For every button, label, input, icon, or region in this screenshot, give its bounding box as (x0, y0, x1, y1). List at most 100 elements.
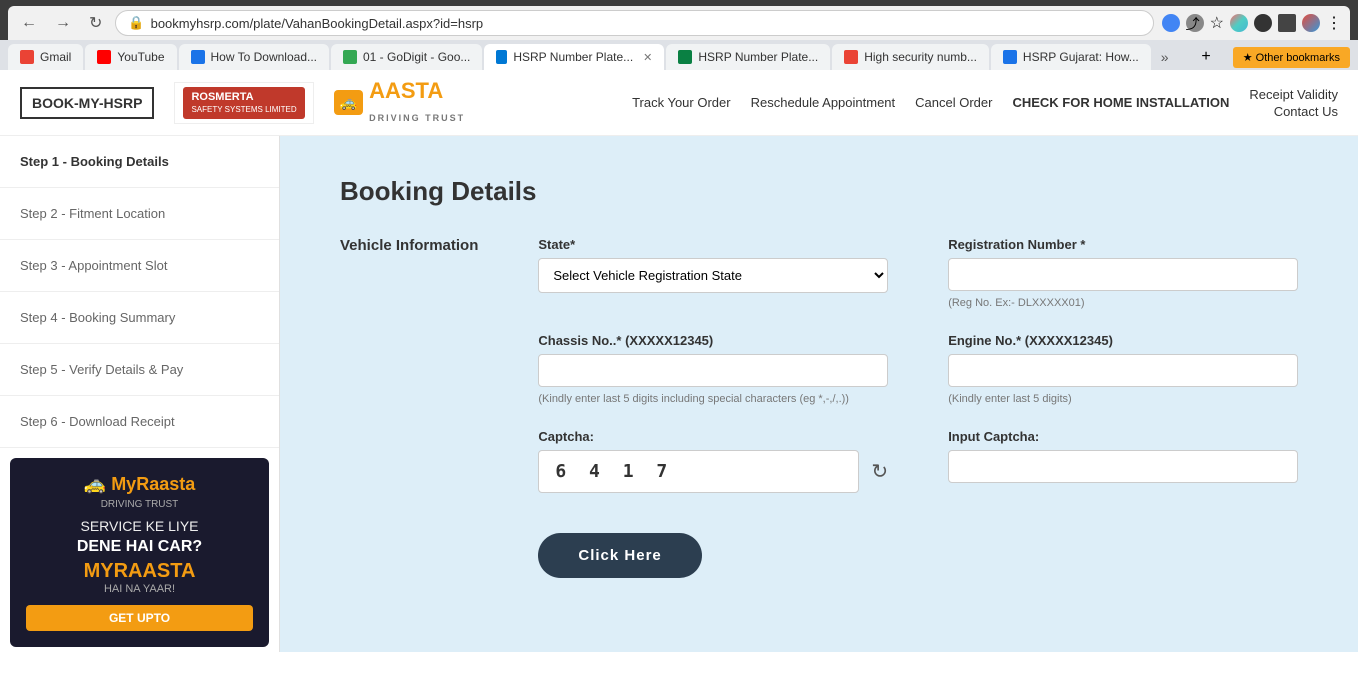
tab-godigit[interactable]: 01 - GoDigit - Goo... (331, 44, 482, 70)
forward-button[interactable]: → (50, 12, 76, 34)
page: BOOK-MY-HSRP ROSMERTA SAFETY SYSTEMS LIM… (0, 70, 1358, 652)
howto-favicon (191, 50, 205, 64)
hsrp2-favicon (678, 50, 692, 64)
sidebar-step-4[interactable]: Step 4 - Booking Summary (0, 292, 279, 344)
logo-aasta: 🚕 AASTA DRIVING TRUST (334, 78, 465, 127)
aasta-icon: 🚕 (334, 90, 363, 115)
engine-input[interactable] (948, 354, 1298, 387)
captcha-field-group: Captcha: 6 4 1 7 ↻ (538, 429, 888, 493)
tab-hsrpguj[interactable]: HSRP Gujarat: How... (991, 44, 1151, 70)
reg-number-label: Registration Number * (948, 237, 1298, 252)
sidebar-ad: 🚕 MyRaasta DRIVING TRUST SERVICE KE LIYE… (10, 458, 269, 647)
ad-brand-name: MYRAASTA (26, 560, 253, 583)
tab-godigit-label: 01 - GoDigit - Goo... (363, 50, 470, 64)
aasta-brand: AASTA (369, 78, 443, 103)
state-label: State* (538, 237, 888, 252)
tab-hsrp1-label: HSRP Number Plate... (513, 50, 633, 64)
sidebar-step-3[interactable]: Step 3 - Appointment Slot (0, 240, 279, 292)
nav-links: Track Your Order Reschedule Appointment … (632, 87, 1338, 119)
tab-hsrpguj-label: HSRP Gujarat: How... (1023, 50, 1139, 64)
tab-hsrp2-label: HSRP Number Plate... (698, 50, 818, 64)
aasta-tagline: DRIVING TRUST (369, 113, 465, 123)
captcha-display: 6 4 1 7 (538, 450, 859, 493)
share-icon[interactable]: ⤴ (1186, 14, 1204, 32)
extension-icon (1230, 14, 1248, 32)
form-grid: State* Select Vehicle Registration State… (538, 237, 1298, 493)
ad-sub-text: HAI NA YAAR! (26, 583, 253, 595)
godigit-favicon (343, 50, 357, 64)
nav-receipt-validity[interactable]: Receipt Validity (1249, 87, 1338, 102)
chassis-input[interactable] (538, 354, 888, 387)
reg-number-field-group: Registration Number * (Reg No. Ex:- DLXX… (948, 237, 1298, 309)
sidebar-step-6[interactable]: Step 6 - Download Receipt (0, 396, 279, 448)
nav-contact-us[interactable]: Contact Us (1274, 104, 1338, 119)
chassis-label: Chassis No..* (XXXXX12345) (538, 333, 888, 348)
new-tab-button[interactable]: + (1191, 44, 1220, 70)
address-bar[interactable]: 🔒 bookmyhsrp.com/plate/VahanBookingDetai… (115, 10, 1153, 36)
nav-reschedule[interactable]: Reschedule Appointment (751, 95, 896, 110)
nav-track-order[interactable]: Track Your Order (632, 95, 731, 110)
back-button[interactable]: ← (16, 12, 42, 34)
ad-cta-button[interactable]: GET UPTO (26, 605, 253, 631)
tab-highsec[interactable]: High security numb... (832, 44, 989, 70)
tab-gmail-label: Gmail (40, 50, 71, 64)
ad-tagline: DRIVING TRUST (26, 499, 253, 510)
chassis-hint: (Kindly enter last 5 digits including sp… (538, 393, 888, 405)
tabs-bar: Gmail YouTube How To Download... 01 - Go… (0, 40, 1358, 70)
reg-number-hint: (Reg No. Ex:- DLXXXXX01) (948, 297, 1298, 309)
sidebar-step-2[interactable]: Step 2 - Fitment Location (0, 188, 279, 240)
tab-howto[interactable]: How To Download... (179, 44, 330, 70)
url-text: bookmyhsrp.com/plate/VahanBookingDetail.… (151, 16, 484, 31)
page-title: Booking Details (340, 176, 1298, 207)
submit-section: Click Here (538, 523, 1298, 578)
captcha-row: 6 4 1 7 ↻ (538, 450, 888, 493)
hsrpguj-favicon (1003, 50, 1017, 64)
tab-youtube[interactable]: YouTube (85, 44, 176, 70)
more-tabs-button[interactable]: » (1153, 45, 1177, 69)
sidebar: Step 1 - Booking Details Step 2 - Fitmen… (0, 136, 280, 652)
browser-toolbar: ← → ↻ 🔒 bookmyhsrp.com/plate/VahanBookin… (8, 6, 1350, 40)
state-select[interactable]: Select Vehicle Registration State Andhra… (538, 258, 888, 293)
reg-number-input[interactable] (948, 258, 1298, 291)
input-captcha-field-group: Input Captcha: (948, 429, 1298, 493)
youtube-favicon (97, 50, 111, 64)
other-bookmarks[interactable]: ★ Other bookmarks (1233, 47, 1350, 68)
state-field-group: State* Select Vehicle Registration State… (538, 237, 888, 309)
extension2-icon (1254, 14, 1272, 32)
ad-main-line: DENE HAI CAR? (26, 538, 253, 556)
chassis-field-group: Chassis No..* (XXXXX12345) (Kindly enter… (538, 333, 888, 405)
lock-icon: 🔒 (128, 15, 144, 31)
rosmerta-label: ROSMERTA SAFETY SYSTEMS LIMITED (183, 87, 304, 119)
nav-cancel-order[interactable]: Cancel Order (915, 95, 992, 110)
browser-icons: ⤴ ☆ ⋮ (1162, 13, 1342, 33)
sidebar-step-5[interactable]: Step 5 - Verify Details & Pay (0, 344, 279, 396)
sidebar-step-1[interactable]: Step 1 - Booking Details (0, 136, 279, 188)
bookmark-star-icon[interactable]: ☆ (1210, 13, 1224, 33)
tab-howto-label: How To Download... (211, 50, 318, 64)
menu-icon[interactable]: ⋮ (1326, 13, 1342, 33)
highsec-favicon (844, 50, 858, 64)
tab-hsrp1[interactable]: HSRP Number Plate... ✕ (484, 44, 664, 70)
tab-youtube-label: YouTube (117, 50, 164, 64)
engine-hint: (Kindly enter last 5 digits) (948, 393, 1298, 405)
hsrp1-favicon (496, 50, 507, 64)
tab-highsec-label: High security numb... (864, 50, 977, 64)
tab-gmail[interactable]: Gmail (8, 44, 83, 70)
submit-button[interactable]: Click Here (538, 533, 701, 578)
site-header: BOOK-MY-HSRP ROSMERTA SAFETY SYSTEMS LIM… (0, 70, 1358, 136)
nav-home-installation[interactable]: CHECK FOR HOME INSTALLATION (1012, 95, 1229, 110)
captcha-refresh-button[interactable]: ↻ (871, 459, 888, 484)
captcha-label: Captcha: (538, 429, 888, 444)
reload-button[interactable]: ↻ (84, 11, 107, 35)
logo-rosmerta: ROSMERTA SAFETY SYSTEMS LIMITED (174, 82, 313, 124)
logo-book-my-hsrp[interactable]: BOOK-MY-HSRP (20, 87, 154, 119)
gmail-favicon (20, 50, 34, 64)
main-layout: Step 1 - Booking Details Step 2 - Fitmen… (0, 136, 1358, 652)
tab-close-icon[interactable]: ✕ (643, 51, 652, 64)
input-captcha-label: Input Captcha: (948, 429, 1298, 444)
ad-logo: 🚕 MyRaasta (26, 474, 253, 495)
engine-field-group: Engine No.* (XXXXX12345) (Kindly enter l… (948, 333, 1298, 405)
input-captcha-input[interactable] (948, 450, 1298, 483)
tab-hsrp2[interactable]: HSRP Number Plate... (666, 44, 830, 70)
vehicle-info-label: Vehicle Information (340, 237, 478, 254)
